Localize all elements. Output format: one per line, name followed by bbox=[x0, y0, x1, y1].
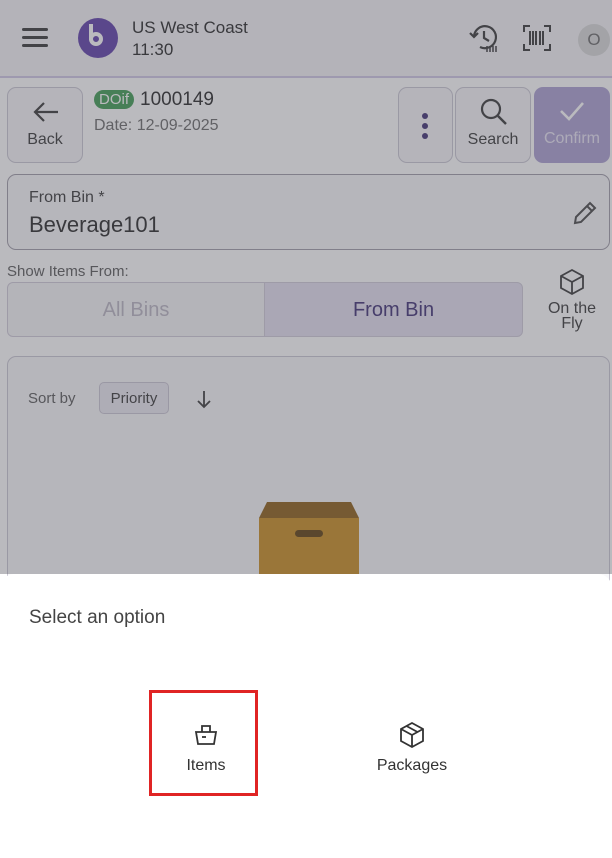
menu-icon[interactable] bbox=[22, 26, 48, 48]
user-avatar[interactable]: O bbox=[578, 24, 610, 56]
items-list-panel: Sort by Priority bbox=[7, 356, 610, 596]
empty-box-illustration bbox=[259, 502, 359, 580]
sort-direction-down-icon[interactable] bbox=[196, 389, 212, 409]
order-number: 1000149 bbox=[140, 89, 214, 110]
sort-priority-label: Priority bbox=[110, 390, 158, 407]
arrow-left-icon bbox=[33, 102, 58, 122]
clock-time: 11:30 bbox=[132, 40, 174, 59]
package-icon bbox=[400, 721, 424, 749]
search-label: Search bbox=[467, 131, 519, 148]
option-bottom-sheet: Select an option Items Packages bbox=[0, 574, 612, 858]
cube-icon bbox=[560, 268, 584, 296]
order-type-badge: DOif bbox=[94, 90, 134, 109]
from-bin-value: Beverage101 bbox=[29, 212, 160, 237]
sort-label: Sort by bbox=[28, 390, 76, 407]
from-bin-field[interactable]: From Bin * Beverage101 bbox=[7, 174, 610, 250]
on-the-fly-label-2: Fly bbox=[561, 315, 583, 332]
back-label: Back bbox=[27, 131, 63, 148]
confirm-label: Confirm bbox=[543, 130, 600, 147]
check-icon bbox=[560, 102, 584, 121]
order-date: Date: 12-09-2025 bbox=[94, 117, 219, 134]
search-button[interactable]: Search bbox=[455, 87, 531, 163]
show-items-label: Show Items From: bbox=[7, 263, 129, 280]
top-app-bar: US West Coast 11:30 O bbox=[0, 0, 612, 78]
more-vertical-icon bbox=[422, 113, 428, 139]
highlight-box bbox=[149, 690, 258, 796]
tab-all-bins[interactable]: All Bins bbox=[7, 282, 265, 337]
more-options-button[interactable] bbox=[398, 87, 453, 163]
location-name: US West Coast bbox=[132, 18, 248, 37]
back-button[interactable]: Back bbox=[7, 87, 83, 163]
search-icon bbox=[480, 98, 507, 125]
brand-logo bbox=[78, 18, 118, 58]
tab-from-bin-label: From Bin bbox=[352, 299, 435, 321]
confirm-button[interactable]: Confirm bbox=[534, 87, 610, 163]
tab-from-bin[interactable]: From Bin bbox=[264, 282, 523, 337]
sort-priority-chip[interactable]: Priority bbox=[99, 382, 169, 414]
from-bin-label: From Bin * bbox=[29, 189, 105, 206]
tab-all-bins-label: All Bins bbox=[102, 299, 170, 321]
barcode-scan-icon[interactable] bbox=[522, 24, 552, 52]
option-packages[interactable]: Packages bbox=[362, 719, 462, 779]
sheet-title: Select an option bbox=[29, 607, 166, 628]
edit-pencil-icon[interactable] bbox=[571, 199, 599, 227]
option-packages-label: Packages bbox=[376, 757, 448, 774]
on-the-fly-button[interactable]: On the Fly bbox=[536, 268, 608, 332]
history-icon[interactable] bbox=[468, 22, 500, 54]
